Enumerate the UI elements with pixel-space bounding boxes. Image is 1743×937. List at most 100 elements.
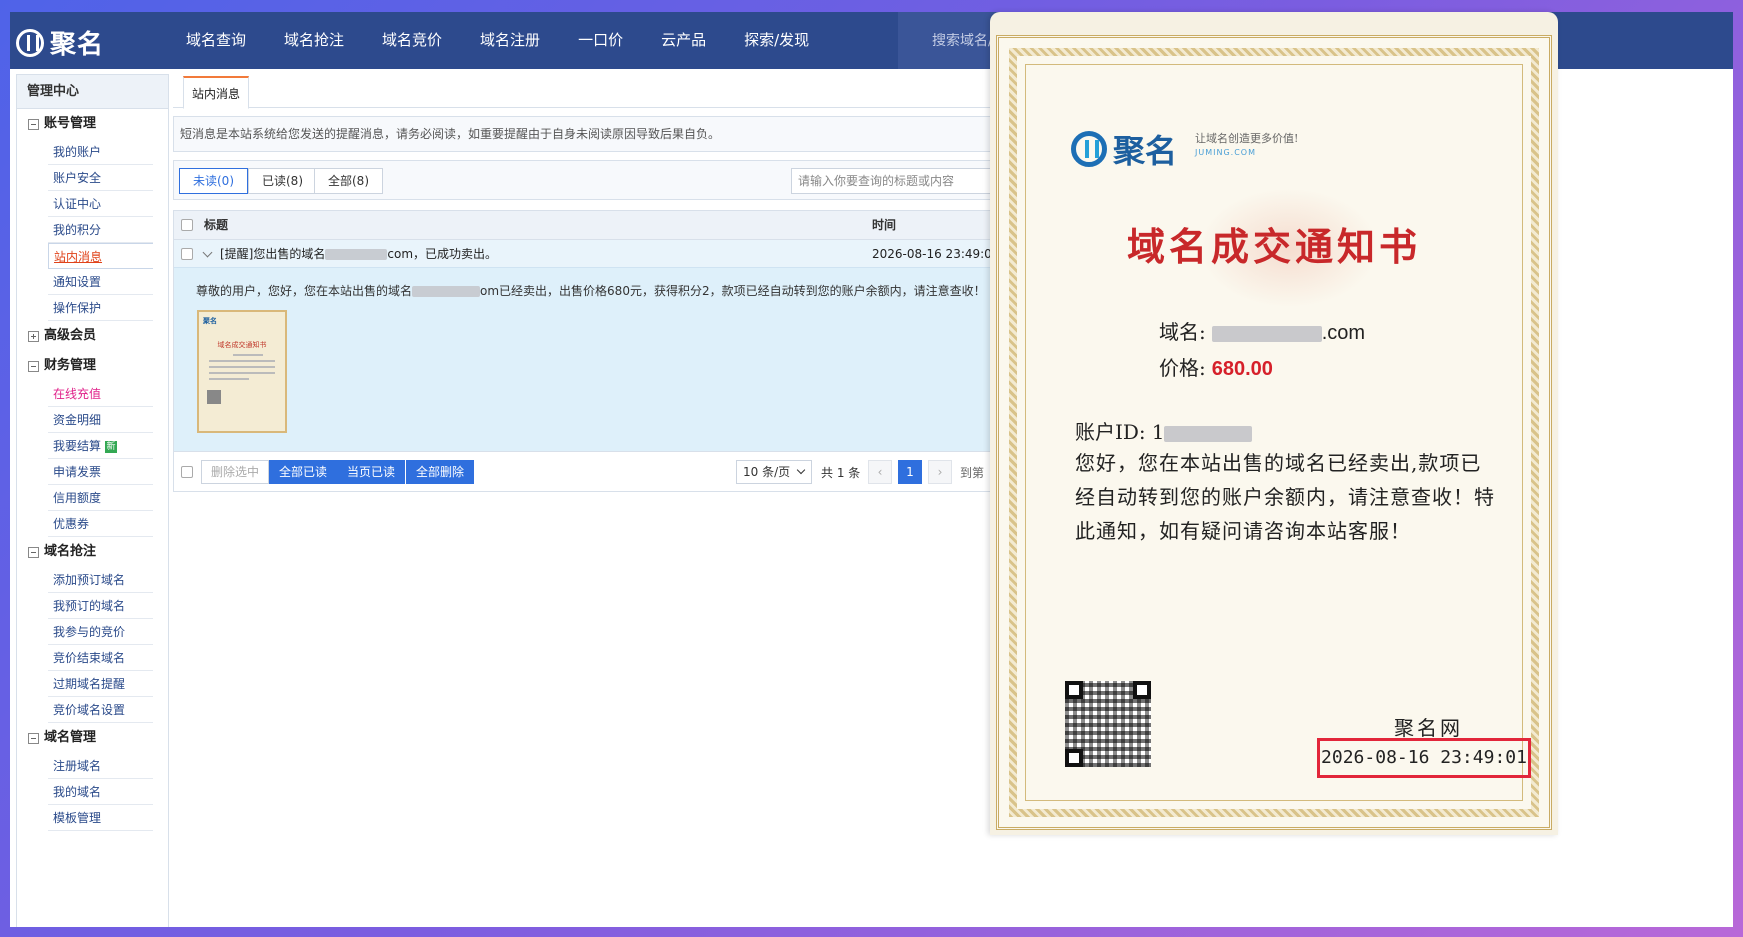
thumb-logo: 聚名 [203,317,217,325]
sidebar-item-auction-settings[interactable]: 竞价域名设置 [48,697,153,723]
sidebar-item-my-domains[interactable]: 我的域名 [48,779,153,805]
sidebar-item-account-security[interactable]: 账户安全 [48,165,153,191]
collapse-icon[interactable] [28,732,39,744]
delete-all-button[interactable]: 全部删除 [406,460,475,484]
sidebar-item-ended-auctions[interactable]: 竞价结束域名 [48,645,153,671]
certificate-logo-text: 聚名 [1113,132,1178,170]
sidebar-item-my-bids[interactable]: 我参与的竞价 [48,619,153,645]
sidebar-group-label: 域名管理 [44,730,97,745]
goto-label: 到第 [960,466,985,480]
sidebar-item-protection[interactable]: 操作保护 [48,295,153,321]
certificate-preview: 聚名 让域名创造更多价值! JUMING.COM 域名成交通知书 域名: .com… [990,12,1558,835]
sidebar-item-my-account[interactable]: 我的账户 [48,139,153,165]
tab-bar: 站内消息 [173,74,1013,109]
certificate-body: 您好，您在本站出售的域名已经卖出,款项已经自动转到您的账户余额内，请注意查收！特… [1075,451,1495,543]
sidebar-item-verification[interactable]: 认证中心 [48,191,153,217]
price-value: 680.00 [1211,358,1273,380]
sidebar-item-add-reservation[interactable]: 添加预订域名 [48,567,153,593]
thumb-line [233,354,263,356]
main-content: 站内消息 短消息是本站系统给您发送的提醒消息，请务必阅读，如重要提醒由于自身未阅… [173,74,1021,492]
page-size-select[interactable]: 10 条/页 [736,460,812,484]
sidebar-item-templates[interactable]: 模板管理 [48,805,153,831]
certificate-signature: 聚名网 [1394,716,1463,740]
thumb-line [209,366,275,368]
sidebar-item-coupons[interactable]: 优惠券 [48,511,153,537]
prev-page-button[interactable]: ‹ [868,460,892,484]
detail-suffix: om已经卖出，出售价格680元，获得积分2，款项已经自动转到您的账户余额内，请注… [480,284,986,298]
sidebar-item-fund-details[interactable]: 资金明细 [48,407,153,433]
sidebar-item-notify-settings[interactable]: 通知设置 [48,269,153,295]
sidebar-item-settlement[interactable]: 我要结算新 [48,433,153,459]
message-detail: 尊敬的用户，您好，您在本站出售的域名 om已经卖出，出售价格680元，获得积分2，… [174,267,1012,451]
certificate-domain: 域名: .com [1159,316,1365,345]
redacted-domain [412,286,481,297]
sidebar-item-expiry-reminder[interactable]: 过期域名提醒 [48,671,153,697]
next-page-button[interactable]: › [928,460,952,484]
redacted-domain [325,249,388,260]
certificate-title: 域名成交通知书 [1126,224,1421,269]
sidebar-item-label: 我要结算 [53,439,102,453]
collapse-icon[interactable] [28,118,39,130]
account-prefix: 1 [1151,420,1165,444]
sidebar-group-finance[interactable]: 财务管理 [17,351,168,381]
domain-label: 域名: [1159,320,1206,344]
page-1-button[interactable]: 1 [898,460,922,484]
row-title[interactable]: [提醒]您出售的域名 com，已成功卖出。 [220,240,497,268]
filter-bar: 未读(0) 已读(8) 全部(8) [173,160,1021,200]
row-checkbox[interactable] [181,248,193,260]
filter-unread-button[interactable]: 未读(0) [179,168,248,194]
certificate-thumbnail[interactable]: 聚名 域名成交通知书 [197,310,287,433]
chevron-down-icon[interactable] [202,247,213,258]
footer-checkbox[interactable] [181,466,193,478]
delete-selected-button[interactable]: 删除选中 [201,460,270,484]
logo-text: 聚名 [50,30,105,60]
thumb-qr [207,390,221,404]
sidebar-group-label: 账号管理 [44,116,97,131]
filter-read-button[interactable]: 已读(8) [248,168,317,194]
sidebar-title: 管理中心 [17,75,168,109]
sidebar-group-domain-mgmt[interactable]: 域名管理 [17,723,168,753]
price-label: 价格: [1159,356,1206,380]
certificate-slogan: 让域名创造更多价值! [1195,132,1299,145]
sidebar-item-messages[interactable]: 站内消息 [48,243,153,269]
nav-item-fixed-price[interactable]: 一口价 [578,12,623,69]
table-footer: 删除选中 全部已读 当页已读 全部删除 10 条/页 共 1 条 ‹ 1 › 到… [174,451,1012,491]
sidebar-group-snap[interactable]: 域名抢注 [17,537,168,567]
total-count: 共 1 条 [821,466,861,480]
qr-corner [1133,681,1151,699]
site-logo[interactable]: 聚名 [16,24,104,61]
nav-item-domain-query[interactable]: 域名查询 [186,12,246,69]
thumb-line [209,360,275,362]
select-all-checkbox[interactable] [181,219,193,231]
sidebar-group-label: 域名抢注 [44,544,97,559]
sidebar-item-credit[interactable]: 信用额度 [48,485,153,511]
sidebar-item-points[interactable]: 我的积分 [48,217,153,243]
nav-item-domain-auction[interactable]: 域名竞价 [382,12,442,69]
collapse-icon[interactable] [28,546,39,558]
sidebar-item-my-reservations[interactable]: 我预订的域名 [48,593,153,619]
sidebar-group-label: 高级会员 [44,328,97,343]
sidebar-item-invoice[interactable]: 申请发票 [48,459,153,485]
filter-all-button[interactable]: 全部(8) [314,168,383,194]
sidebar-item-recharge[interactable]: 在线充值 [48,381,153,407]
mark-page-read-button[interactable]: 当页已读 [337,460,406,484]
nav-item-cloud[interactable]: 云产品 [661,12,706,69]
expand-icon[interactable] [28,330,39,342]
mark-all-read-button[interactable]: 全部已读 [269,460,338,484]
sidebar-group-label: 财务管理 [44,358,97,373]
certificate-account: 账户ID: 1 [1075,416,1253,445]
message-table: 标题 时间 [提醒]您出售的域名 com，已成功卖出。 2026-08-16 23… [173,210,1013,492]
message-search-input[interactable] [791,168,1021,194]
nav-item-domain-snap[interactable]: 域名抢注 [284,12,344,69]
table-row[interactable]: [提醒]您出售的域名 com，已成功卖出。 2026-08-16 23:49:01 [174,239,1012,267]
row-title-suffix: com，已成功卖出。 [387,247,498,261]
qr-corner [1065,681,1083,699]
nav-item-domain-register[interactable]: 域名注册 [480,12,540,69]
sidebar-group-account[interactable]: 账号管理 [17,109,168,139]
tab-messages[interactable]: 站内消息 [183,76,250,109]
row-title-prefix: [提醒]您出售的域名 [220,247,326,261]
sidebar-item-register-domain[interactable]: 注册域名 [48,753,153,779]
collapse-icon[interactable] [28,360,39,372]
nav-item-explore[interactable]: 探索/发现 [744,12,809,69]
sidebar-group-vip[interactable]: 高级会员 [17,321,168,351]
